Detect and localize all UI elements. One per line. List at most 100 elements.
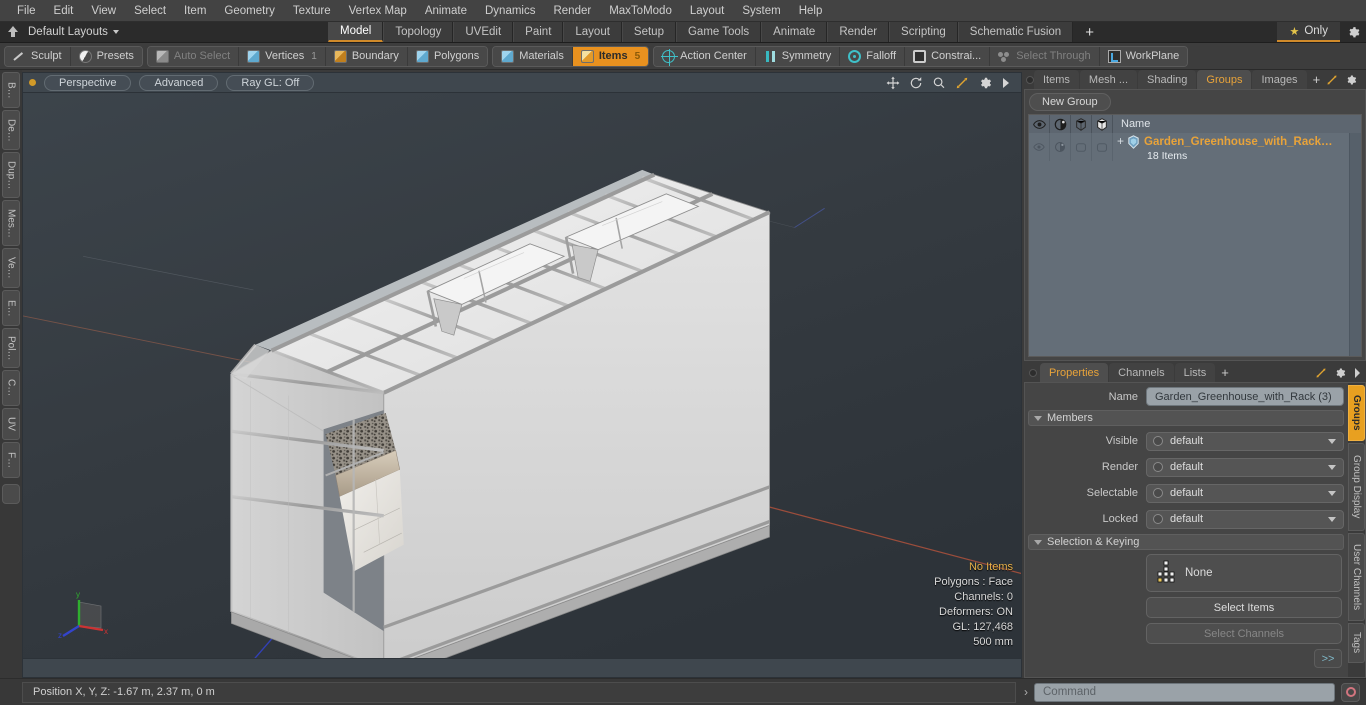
- constraint-button[interactable]: Constrai...: [905, 46, 991, 66]
- tab-game-tools[interactable]: Game Tools: [675, 22, 762, 42]
- layout-settings-button[interactable]: [1340, 22, 1366, 42]
- left-tab-fusion[interactable]: F…: [2, 442, 20, 478]
- side-tab-group-display[interactable]: Group Display: [1348, 443, 1365, 531]
- group-row-content[interactable]: + Garden_Greenhouse_with_Rack… 18 Items: [1113, 133, 1361, 163]
- more-options-button[interactable]: >>: [1314, 649, 1342, 668]
- groups-list-scrollbar[interactable]: [1349, 133, 1361, 356]
- falloff-button[interactable]: Falloff: [840, 46, 906, 66]
- side-tab-groups[interactable]: Groups: [1348, 385, 1365, 441]
- items-button[interactable]: Items 5: [572, 46, 649, 66]
- action-center-button[interactable]: Action Center: [654, 46, 756, 66]
- left-tab-curve[interactable]: C…: [2, 370, 20, 406]
- viewport-projection-button[interactable]: Perspective: [44, 74, 132, 91]
- row-selectable-toggle[interactable]: [1071, 133, 1092, 161]
- properties-menu-dot-icon[interactable]: [1026, 363, 1040, 382]
- tab-setup[interactable]: Setup: [621, 22, 676, 42]
- col-selectable-header[interactable]: [1071, 115, 1092, 133]
- sculpt-button[interactable]: Sculpt: [5, 46, 71, 66]
- menu-item-vertex-map[interactable]: Vertex Map: [340, 0, 416, 22]
- row-lock-toggle[interactable]: [1092, 133, 1113, 161]
- fit-expand-icon[interactable]: [955, 76, 969, 90]
- boundary-button[interactable]: Boundary: [325, 46, 408, 66]
- play-arrow-icon[interactable]: [1001, 76, 1011, 90]
- left-tab-basic[interactable]: B…: [2, 72, 20, 108]
- tab-images[interactable]: Images: [1252, 70, 1307, 89]
- visible-dropdown[interactable]: default: [1146, 431, 1344, 451]
- select-through-button[interactable]: Select Through: [990, 46, 1100, 66]
- expand-icon[interactable]: [1326, 74, 1338, 86]
- vertices-button[interactable]: Vertices 1: [239, 46, 326, 66]
- left-tab-edge[interactable]: E…: [2, 290, 20, 326]
- auto-select-button[interactable]: Auto Select: [147, 46, 240, 66]
- tab-render[interactable]: Render: [827, 22, 890, 42]
- selectable-dropdown[interactable]: default: [1146, 483, 1344, 503]
- left-tab-mesh-edit[interactable]: Mes…: [2, 200, 20, 246]
- tab-topology[interactable]: Topology: [383, 22, 454, 42]
- left-tab-extra-button[interactable]: [2, 484, 20, 504]
- name-field[interactable]: Garden_Greenhouse_with_Rack (3): [1146, 387, 1344, 406]
- tab-schematic-fusion[interactable]: Schematic Fusion: [957, 22, 1074, 42]
- viewport-3d[interactable]: y x z No Items Polygons : Face Channels:…: [22, 92, 1022, 659]
- menu-item-dynamics[interactable]: Dynamics: [476, 0, 544, 22]
- gear-icon[interactable]: [978, 76, 992, 90]
- tab-items[interactable]: Items: [1034, 70, 1079, 89]
- col-lock-header[interactable]: [1092, 115, 1113, 133]
- zoom-magnifier-icon[interactable]: [932, 76, 946, 90]
- side-tab-user-channels[interactable]: User Channels: [1348, 533, 1365, 621]
- groups-list-empty-area[interactable]: [1029, 161, 1361, 356]
- tab-groups[interactable]: Groups: [1197, 70, 1252, 89]
- add-tab-button[interactable]: +: [1073, 22, 1106, 42]
- presets-button[interactable]: Presets: [70, 46, 142, 66]
- selection-keying-section-header[interactable]: Selection & Keying: [1028, 534, 1344, 550]
- menu-item-maxtomodo[interactable]: MaxToModo: [600, 0, 681, 22]
- groups-list-body[interactable]: + Garden_Greenhouse_with_Rack… 18 Items: [1029, 133, 1361, 356]
- command-input[interactable]: [1034, 682, 1335, 702]
- rotate-icon[interactable]: [909, 76, 923, 90]
- members-section-header[interactable]: Members: [1028, 410, 1344, 426]
- tab-properties[interactable]: Properties: [1040, 363, 1109, 382]
- gear-icon[interactable]: [1345, 74, 1357, 86]
- viewport-raygl-button[interactable]: Ray GL: Off: [226, 74, 315, 91]
- menu-item-edit[interactable]: Edit: [45, 0, 83, 22]
- col-render-header[interactable]: [1050, 115, 1071, 133]
- command-record-button[interactable]: [1341, 682, 1360, 702]
- menu-item-system[interactable]: System: [733, 0, 789, 22]
- play-arrow-icon[interactable]: [1353, 367, 1361, 379]
- tab-channels[interactable]: Channels: [1109, 363, 1174, 382]
- select-channels-button[interactable]: Select Channels: [1146, 623, 1342, 644]
- left-tab-deform[interactable]: De…: [2, 110, 20, 150]
- new-group-button[interactable]: New Group: [1029, 93, 1111, 111]
- tab-shading[interactable]: Shading: [1138, 70, 1197, 89]
- only-toggle-button[interactable]: ★ Only: [1277, 22, 1340, 42]
- side-tab-tags[interactable]: Tags: [1348, 623, 1365, 663]
- add-properties-tab-button[interactable]: +: [1216, 363, 1234, 382]
- tab-model[interactable]: Model: [328, 22, 384, 42]
- gear-icon[interactable]: [1334, 367, 1346, 379]
- layout-selector[interactable]: Default Layouts: [0, 22, 328, 42]
- selection-set-field[interactable]: None: [1146, 554, 1342, 592]
- left-tab-polygon[interactable]: Pol…: [2, 328, 20, 368]
- tab-paint[interactable]: Paint: [513, 22, 564, 42]
- left-tab-uv[interactable]: UV: [2, 408, 20, 440]
- render-dropdown[interactable]: default: [1146, 457, 1344, 477]
- expand-icon[interactable]: [1315, 367, 1327, 379]
- group-list-row[interactable]: + Garden_Greenhouse_with_Rack… 18 Items: [1029, 133, 1361, 163]
- locked-dropdown[interactable]: default: [1146, 509, 1344, 529]
- row-visible-toggle[interactable]: [1029, 133, 1050, 161]
- menu-item-view[interactable]: View: [82, 0, 125, 22]
- tab-scripting[interactable]: Scripting: [889, 22, 958, 42]
- polygons-button[interactable]: Polygons: [407, 46, 488, 66]
- menu-item-texture[interactable]: Texture: [284, 0, 340, 22]
- menu-item-item[interactable]: Item: [175, 0, 215, 22]
- panel-menu-dot-icon[interactable]: [1026, 70, 1034, 89]
- tab-mesh[interactable]: Mesh ...: [1079, 70, 1138, 89]
- col-visible-header[interactable]: [1029, 115, 1050, 133]
- row-render-toggle[interactable]: [1050, 133, 1071, 161]
- tab-animate[interactable]: Animate: [761, 22, 828, 42]
- workplane-button[interactable]: WorkPlane: [1099, 46, 1188, 66]
- menu-item-select[interactable]: Select: [125, 0, 175, 22]
- move-icon[interactable]: [886, 76, 900, 90]
- tab-lists[interactable]: Lists: [1174, 363, 1216, 382]
- menu-item-file[interactable]: File: [8, 0, 45, 22]
- menu-item-geometry[interactable]: Geometry: [215, 0, 284, 22]
